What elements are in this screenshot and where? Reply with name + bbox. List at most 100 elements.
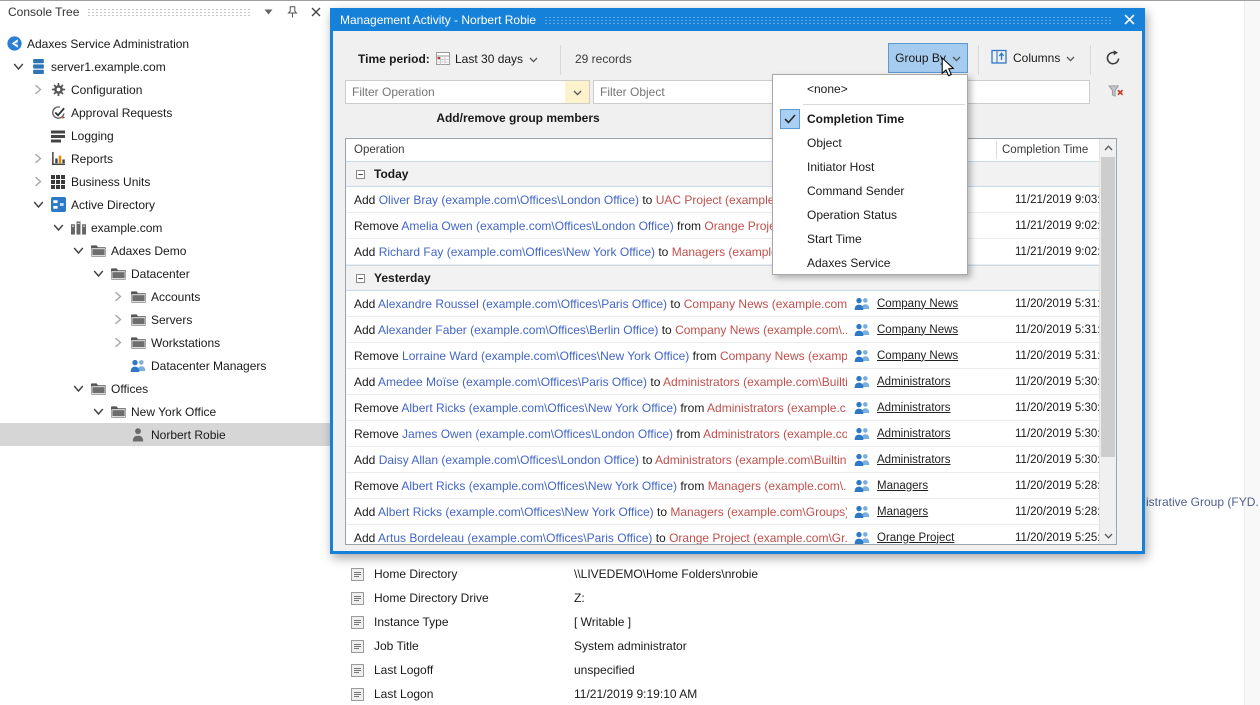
- table-row[interactable]: Remove Albert Ricks (example.com\Offices…: [346, 395, 1110, 421]
- time-period-dropdown[interactable]: Last 30 days: [455, 52, 538, 66]
- op-segment: Administrators (example.co...: [703, 426, 847, 441]
- tree-item-adaxes-demo[interactable]: Adaxes Demo: [0, 239, 330, 262]
- chevron-collapsed-icon[interactable]: [108, 337, 128, 348]
- table-row[interactable]: Add Alexandre Roussel (example.com\Offic…: [346, 291, 1110, 317]
- property-row-home-directory[interactable]: Home Directory \\LIVEDEMO\Home Folders\nr…: [344, 562, 1144, 586]
- group-by-button[interactable]: Group By: [888, 43, 968, 73]
- tree-item-configuration[interactable]: Configuration: [0, 78, 330, 101]
- chevron-expanded-icon[interactable]: [68, 384, 88, 393]
- tree-item-adaxes-service-administration[interactable]: Adaxes Service Administration: [0, 32, 330, 55]
- group-object-icon: [852, 453, 872, 466]
- background-partial-text: istrative Group (FYD.: [1146, 495, 1259, 509]
- object-link[interactable]: Administrators: [877, 428, 951, 440]
- object-link[interactable]: Company News: [877, 324, 958, 336]
- group-row-today[interactable]: Today: [346, 161, 1099, 187]
- clear-filter-icon[interactable]: [1108, 84, 1124, 100]
- scroll-up-icon[interactable]: [1100, 139, 1116, 156]
- menu-item-operation-status[interactable]: Operation Status: [773, 203, 967, 227]
- op-segment: Albert Ricks (example.com\Offices\New Yo…: [401, 400, 678, 415]
- pin-icon[interactable]: [284, 4, 300, 20]
- column-separator: [996, 141, 997, 159]
- caret-down-icon[interactable]: [260, 4, 276, 20]
- tree-item-label: Datacenter Managers: [151, 358, 267, 373]
- tree-item-active-directory[interactable]: Active Directory: [0, 193, 330, 216]
- chevron-collapsed-icon[interactable]: [28, 84, 48, 95]
- chevron-expanded-icon[interactable]: [88, 407, 108, 416]
- refresh-icon[interactable]: [1105, 50, 1121, 66]
- op-segment: from: [677, 478, 708, 493]
- table-row[interactable]: Remove James Owen (example.com\Offices\L…: [346, 421, 1110, 447]
- menu-item-initiator-host[interactable]: Initiator Host: [773, 155, 967, 179]
- table-row[interactable]: Remove Albert Ricks (example.com\Offices…: [346, 473, 1110, 499]
- tree-item-reports[interactable]: Reports: [0, 147, 330, 170]
- chevron-expanded-icon[interactable]: [8, 62, 28, 71]
- tree-item-offices[interactable]: Offices: [0, 377, 330, 400]
- filter-operation-dropdown-button[interactable]: [565, 80, 590, 104]
- filter-operation-input[interactable]: [345, 80, 566, 104]
- property-row-instance-type[interactable]: Instance Type [ Writable ]: [344, 610, 1144, 634]
- object-link[interactable]: Company News: [877, 350, 958, 362]
- menu-gutter: [773, 131, 807, 155]
- group-row-yesterday[interactable]: Yesterday: [346, 265, 1099, 291]
- table-row[interactable]: Add Amedee Moïse (example.com\Offices\Pa…: [346, 369, 1110, 395]
- object-link[interactable]: Administrators: [877, 454, 951, 466]
- object-link[interactable]: Administrators: [877, 402, 951, 414]
- object-link[interactable]: Managers: [877, 480, 928, 492]
- object-link[interactable]: Managers: [877, 506, 928, 518]
- table-row[interactable]: Add Oliver Bray (example.com\Offices\Lon…: [346, 187, 1110, 213]
- close-icon[interactable]: [308, 4, 324, 20]
- columns-button[interactable]: Columns: [991, 43, 1075, 73]
- chevron-expanded-icon[interactable]: [68, 246, 88, 255]
- tree-item-example-com[interactable]: example.com: [0, 216, 330, 239]
- column-header-operation[interactable]: Operation: [354, 139, 834, 161]
- menu-item-none[interactable]: <none>: [773, 77, 967, 101]
- tree-item-workstations[interactable]: Workstations: [0, 331, 330, 354]
- chevron-collapsed-icon[interactable]: [28, 176, 48, 187]
- tree-item-norbert-robie[interactable]: Norbert Robie: [0, 423, 330, 446]
- column-header-completion-time[interactable]: Completion Time: [1002, 139, 1097, 161]
- table-row[interactable]: Add Artus Bordeleau (example.com\Offices…: [346, 525, 1110, 544]
- scrollbar-thumb[interactable]: [1101, 157, 1115, 457]
- menu-item-object[interactable]: Object: [773, 131, 967, 155]
- tree-item-datacenter-managers[interactable]: Datacenter Managers: [0, 354, 330, 377]
- tree-item-new-york-office[interactable]: New York Office: [0, 400, 330, 423]
- filter-operation-dropdown-item[interactable]: Add/remove group members: [393, 111, 643, 125]
- tree-item-logging[interactable]: Logging: [0, 124, 330, 147]
- menu-item-start-time[interactable]: Start Time: [773, 227, 967, 251]
- chevron-expanded-icon[interactable]: [88, 269, 108, 278]
- table-row[interactable]: Remove Amelia Owen (example.com\Offices\…: [346, 213, 1110, 239]
- op-segment: Company News (exampl...: [719, 348, 847, 363]
- menu-item-completion-time[interactable]: Completion Time: [773, 107, 967, 131]
- table-row[interactable]: Remove Lorraine Ward (example.com\Office…: [346, 343, 1110, 369]
- chevron-expanded-icon[interactable]: [48, 223, 68, 232]
- close-icon[interactable]: [1121, 12, 1137, 28]
- property-row-job-title[interactable]: Job Title System administrator: [344, 634, 1144, 658]
- table-row[interactable]: Add Albert Ricks (example.com\Offices\Ne…: [346, 499, 1110, 525]
- chevron-collapsed-icon[interactable]: [108, 291, 128, 302]
- tree-item-servers[interactable]: Servers: [0, 308, 330, 331]
- tree-item-datacenter[interactable]: Datacenter: [0, 262, 330, 285]
- operation-cell: Add Daisy Allan (example.com\Offices\Lon…: [346, 453, 847, 467]
- tree-item-accounts[interactable]: Accounts: [0, 285, 330, 308]
- chevron-collapsed-icon[interactable]: [108, 314, 128, 325]
- chevron-expanded-icon[interactable]: [28, 200, 48, 209]
- property-row-home-directory-drive[interactable]: Home Directory Drive Z:: [344, 586, 1144, 610]
- object-link[interactable]: Company News: [877, 298, 958, 310]
- vertical-scrollbar[interactable]: [1099, 139, 1116, 544]
- tree-item-server1-example-com[interactable]: server1.example.com: [0, 55, 330, 78]
- table-row[interactable]: Add Daisy Allan (example.com\Offices\Lon…: [346, 447, 1110, 473]
- object-cell: Administrators: [847, 453, 1009, 466]
- object-link[interactable]: Orange Project: [877, 532, 954, 544]
- chevron-collapsed-icon[interactable]: [28, 153, 48, 164]
- object-link[interactable]: Administrators: [877, 376, 951, 388]
- table-row[interactable]: Add Richard Fay (example.com\Offices\New…: [346, 239, 1110, 265]
- menu-item-command-sender[interactable]: Command Sender: [773, 179, 967, 203]
- table-row[interactable]: Add Alexander Faber (example.com\Offices…: [346, 317, 1110, 343]
- property-row-last-logon[interactable]: Last Logon 11/21/2019 9:19:10 AM: [344, 682, 1144, 705]
- tree-item-business-units[interactable]: Business Units: [0, 170, 330, 193]
- dialog-title-bar[interactable]: Management Activity - Norbert Robie: [330, 8, 1145, 31]
- property-row-last-logoff[interactable]: Last Logoff unspecified: [344, 658, 1144, 682]
- scroll-down-icon[interactable]: [1100, 527, 1116, 544]
- tree-item-approval-requests[interactable]: Approval Requests: [0, 101, 330, 124]
- menu-item-adaxes-service[interactable]: Adaxes Service: [773, 251, 967, 275]
